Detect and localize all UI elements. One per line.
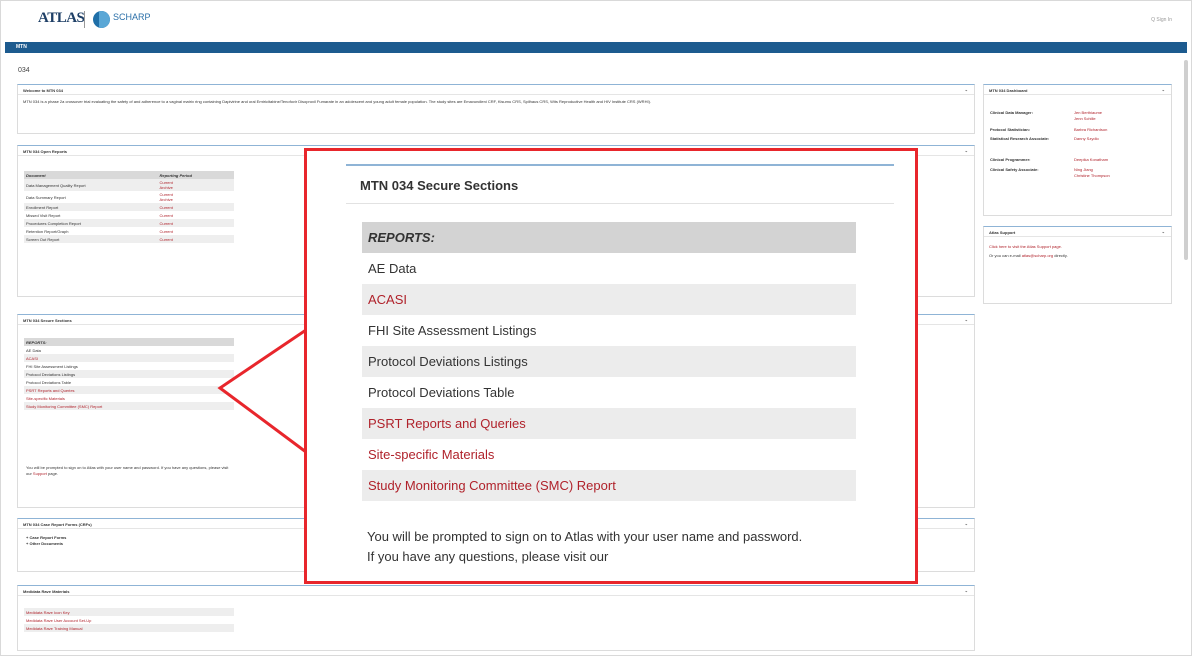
open-reports-table: Document Reporting Period Data Management… <box>24 171 234 243</box>
nav-bar <box>5 42 1187 53</box>
table-row: Missed Visit Report Current <box>24 211 234 219</box>
table-row: Procedures Completion Report Current <box>24 219 234 227</box>
contact-link[interactable]: Deepika Konatham <box>1074 157 1108 167</box>
current-link[interactable]: Current <box>157 235 234 243</box>
callout-pointer <box>217 328 307 454</box>
chevron-down-icon[interactable]: ⌄ <box>965 588 968 593</box>
list-item[interactable]: Site-specific Materials <box>24 394 234 402</box>
smc-report-link[interactable]: Study Monitoring Committee (SMC) Report <box>362 470 856 501</box>
atlas-support-panel: Atlas Support ⌄ Click here to visit the A… <box>983 226 1172 304</box>
list-item[interactable]: FHI Site Assessment Listings <box>24 362 234 370</box>
panel-title: Medidata Rave Materials ⌄ <box>18 586 974 596</box>
table-row: Screen Out Report Current <box>24 235 234 243</box>
chevron-down-icon[interactable]: ⌄ <box>1162 229 1165 234</box>
list-item[interactable]: AE Data <box>24 346 234 354</box>
zoomed-reports-table: REPORTS: AE Data ACASI FHI Site Assessme… <box>362 222 856 501</box>
list-item[interactable]: Protocol Deviations Listings <box>24 370 234 378</box>
chevron-down-icon[interactable]: ⌄ <box>965 521 968 526</box>
current-link[interactable]: Current <box>157 219 234 227</box>
scharp-logo[interactable]: SCHARP <box>113 12 151 22</box>
panel-title: Atlas Support ⌄ <box>984 227 1171 237</box>
sign-in-link[interactable]: Q Sign In <box>1151 17 1172 23</box>
table-row: Enrollment Report Current <box>24 203 234 211</box>
support-link[interactable]: Support <box>33 471 47 476</box>
atlas-logo[interactable]: ATLAS <box>38 10 85 27</box>
list-item[interactable]: PSRT Reports and Queries <box>24 386 234 394</box>
list-item[interactable]: Protocol Deviations Table <box>24 378 234 386</box>
scrollbar[interactable] <box>1184 60 1188 260</box>
medidata-table: Medidata Rave Icon Key Medidata Rave Use… <box>24 608 234 632</box>
zoomed-sign-on-prompt: You will be prompted to sign on to Atlas… <box>367 529 803 564</box>
panel-title: MTN 034 Dashboard ⌄ <box>984 85 1171 95</box>
psrt-reports-link[interactable]: PSRT Reports and Queries <box>362 408 856 439</box>
archive-link[interactable]: Archive <box>159 185 232 190</box>
ae-data-link[interactable]: AE Data <box>362 253 856 284</box>
nav-item-mtn[interactable]: MTN <box>16 44 27 50</box>
reports-header: REPORTS: <box>26 339 47 345</box>
sign-on-prompt: You will be prompted to sign on to Atlas… <box>26 465 229 476</box>
site-specific-materials-link[interactable]: Site-specific Materials <box>362 439 856 470</box>
list-item[interactable]: Study Monitoring Committee (SMC) Report <box>24 402 234 410</box>
email-link[interactable]: atlas@scharp.org <box>1022 253 1053 258</box>
contact-link[interactable]: Danny Szydlo <box>1074 136 1099 157</box>
scharp-logo-icon <box>93 11 110 28</box>
breadcrumb: 034 <box>18 67 30 74</box>
support-page-link[interactable]: Click here to visit the Atlas Support pa… <box>989 244 1166 250</box>
chevron-down-icon[interactable]: ⌄ <box>965 317 968 322</box>
current-link[interactable]: Current <box>157 227 234 235</box>
table-row: Data Management Quality Report Current Arc… <box>24 179 234 191</box>
contact-link[interactable]: Barbra Richardson <box>1074 127 1107 136</box>
panel-title: Welcome to MTN 034 ⌄ <box>18 85 974 95</box>
contact-link[interactable]: Jenn Schille <box>1074 116 1102 122</box>
contact-link[interactable]: Christine Thompson <box>1074 173 1110 179</box>
welcome-panel: Welcome to MTN 034 ⌄ MTN 034 is a phase 2… <box>17 84 975 134</box>
list-item[interactable]: Medidata Rave Icon Key <box>24 608 234 616</box>
reports-header: REPORTS: <box>362 222 856 253</box>
table-row: Data Summary Report Current Archive <box>24 191 234 203</box>
dashboard-contacts: Clinical Data Manager: Jen Berthiaume Jenn… <box>990 110 1110 179</box>
zoomed-secure-sections: MTN 034 Secure Sections <box>346 164 894 204</box>
welcome-text: MTN 034 is a phase 2a crossover trial ev… <box>23 99 652 104</box>
acasi-link[interactable]: ACASI <box>362 284 856 315</box>
chevron-down-icon[interactable]: ⌄ <box>1162 87 1165 92</box>
column-header: Reporting Period <box>159 172 192 178</box>
current-link[interactable]: Current <box>157 203 234 211</box>
archive-link[interactable]: Archive <box>159 197 232 202</box>
protocol-deviations-listings-link[interactable]: Protocol Deviations Listings <box>362 346 856 377</box>
protocol-deviations-table-link[interactable]: Protocol Deviations Table <box>362 377 856 408</box>
zoomed-panel-title: MTN 034 Secure Sections <box>346 166 894 204</box>
table-row: Retention Report/Graph Current <box>24 227 234 235</box>
fhi-site-assessment-link[interactable]: FHI Site Assessment Listings <box>362 315 856 346</box>
list-item[interactable]: Medidata Rave Training Manual <box>24 624 234 632</box>
chevron-down-icon[interactable]: ⌄ <box>965 148 968 153</box>
list-item[interactable]: Medidata Rave User Account Set-Up <box>24 616 234 624</box>
secure-sections-table: REPORTS: AE Data ACASI FHI Site Assessme… <box>24 338 234 410</box>
chevron-down-icon[interactable]: ⌄ <box>965 87 968 92</box>
logo-divider <box>84 11 85 28</box>
column-header: Document <box>26 172 46 178</box>
current-link[interactable]: Current <box>157 211 234 219</box>
list-item[interactable]: ACASI <box>24 354 234 362</box>
